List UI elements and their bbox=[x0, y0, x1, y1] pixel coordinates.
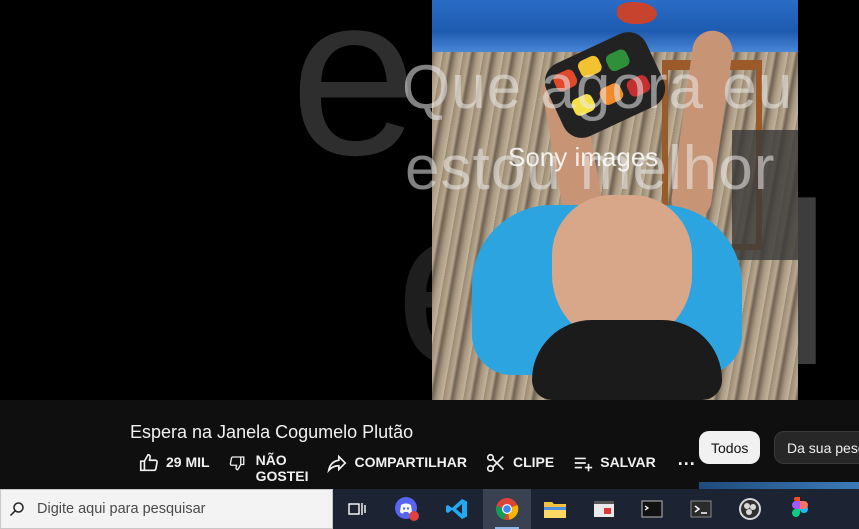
search-icon bbox=[9, 501, 25, 517]
clip-button[interactable]: CLIPE bbox=[485, 452, 554, 474]
video-watermark: Sony images bbox=[508, 142, 659, 172]
video-info-bar: Espera na Janela Cogumelo Plutão 29 MIL … bbox=[0, 400, 859, 489]
windows-taskbar: Digite aqui para pesquisar bbox=[0, 489, 859, 529]
video-title: Espera na Janela Cogumelo Plutão bbox=[130, 422, 414, 442]
playlist-add-icon bbox=[572, 452, 594, 474]
like-count: 29 MIL bbox=[166, 454, 210, 470]
recommended-thumbnail[interactable] bbox=[699, 482, 859, 489]
like-button[interactable]: 29 MIL bbox=[138, 452, 210, 474]
clip-label: CLIPE bbox=[513, 454, 555, 470]
save-label: SALVAR bbox=[600, 454, 656, 470]
save-button[interactable]: SALVAR bbox=[572, 452, 656, 474]
terminal-icon[interactable] bbox=[628, 489, 676, 529]
thumbs-up-icon bbox=[138, 452, 160, 474]
powershell-icon[interactable] bbox=[677, 489, 725, 529]
discord-icon[interactable] bbox=[383, 489, 431, 529]
search-placeholder: Digite aqui para pesquisar bbox=[37, 501, 206, 517]
dislike-label-line2: GOSTEI bbox=[255, 468, 309, 484]
share-button[interactable]: COMPARTILHAR bbox=[326, 452, 467, 474]
video-player[interactable]: e t e l Que agora eu estou melhor bbox=[0, 0, 859, 400]
chip-all[interactable]: Todos bbox=[699, 431, 761, 464]
dislike-label-line1: NÃO bbox=[255, 452, 287, 468]
obs-icon[interactable] bbox=[726, 489, 774, 529]
video-actions: 29 MIL NÃO GOSTEI COMPARTILHAR CLIPE SAL… bbox=[138, 450, 696, 488]
taskbar-search-box[interactable]: Digite aqui para pesquisar bbox=[0, 489, 333, 529]
dislike-button[interactable]: NÃO GOSTEI bbox=[228, 452, 309, 484]
share-icon bbox=[326, 452, 348, 474]
file-explorer-icon[interactable] bbox=[531, 489, 579, 529]
vscode-icon[interactable] bbox=[433, 489, 481, 529]
share-label: COMPARTILHAR bbox=[354, 454, 467, 470]
chip-from-search[interactable]: Da sua pesquisa bbox=[774, 431, 859, 464]
app-window-icon[interactable] bbox=[580, 489, 628, 529]
more-actions-button[interactable]: ... bbox=[678, 450, 696, 468]
chrome-icon[interactable] bbox=[483, 489, 531, 529]
scissors-icon bbox=[485, 452, 507, 474]
task-view-icon[interactable] bbox=[333, 489, 381, 529]
video-overlay-line1: Que agora eu bbox=[402, 53, 794, 122]
thumbs-down-icon bbox=[228, 452, 250, 474]
figma-icon[interactable] bbox=[776, 489, 824, 529]
